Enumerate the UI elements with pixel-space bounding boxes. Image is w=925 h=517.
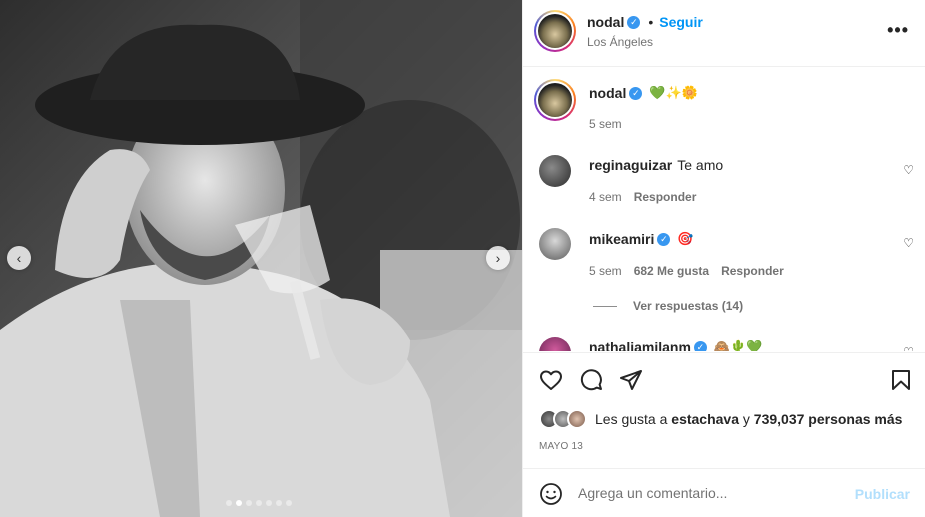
verified-icon: ✓ [693, 340, 707, 351]
commenter-avatar[interactable] [539, 155, 571, 187]
verified-icon: ✓ [629, 86, 643, 100]
post-actions: Les gusta a estachava y 739,037 personas… [523, 352, 925, 468]
more-icon[interactable]: ••• [887, 20, 909, 41]
likes-count[interactable]: 739,037 personas más [754, 411, 903, 427]
publish-button[interactable]: Publicar [855, 486, 910, 502]
post-media[interactable]: ‹ › [0, 0, 522, 517]
commenter-avatar[interactable] [539, 337, 571, 351]
reply-button[interactable]: Responder [634, 190, 697, 204]
replies-divider [593, 305, 617, 307]
post-panel: nodal ✓ • Seguir Los Ángeles ••• nodal ✓… [522, 0, 925, 517]
comment-username[interactable]: reginaguizar [589, 157, 672, 173]
follow-button[interactable]: Seguir [659, 14, 703, 30]
verified-icon: ✓ [657, 232, 671, 246]
comment-icon[interactable] [579, 368, 603, 392]
author-avatar[interactable] [534, 10, 576, 52]
comments-list[interactable]: nodal ✓ 💚✨🌼 5 sem reginaguizar Te amo 4 … [523, 67, 925, 351]
emoji-icon[interactable] [539, 482, 563, 506]
view-replies-label: Ver respuestas (14) [633, 299, 744, 313]
caption-username[interactable]: nodal [589, 85, 626, 101]
liker-avatar [567, 409, 587, 429]
caption-time[interactable]: 5 sem [589, 117, 622, 131]
comment-time[interactable]: 5 sem [589, 264, 622, 278]
likes-prefix: Les gusta a [595, 411, 668, 427]
comment-text: 🎯 [677, 231, 694, 247]
comment-like-heart-icon[interactable]: ♡ [903, 236, 914, 250]
comment-username[interactable]: nathaliamilanm [589, 339, 691, 351]
comment-username[interactable]: mikeamiri [589, 231, 654, 247]
carousel-dot [246, 500, 252, 506]
post-date[interactable]: MAYO 13 [539, 441, 583, 452]
caption-text: 💚✨🌼 [649, 85, 698, 101]
view-replies-button[interactable]: Ver respuestas (14) [593, 299, 743, 313]
chevron-right-icon: › [495, 250, 501, 266]
comment-input[interactable] [578, 483, 838, 503]
carousel-dot [256, 500, 262, 506]
heart-icon[interactable] [539, 368, 563, 392]
share-icon[interactable] [619, 368, 643, 392]
post-header: nodal ✓ • Seguir Los Ángeles ••• [523, 0, 925, 67]
add-comment-bar: Publicar [523, 468, 925, 517]
commenter-avatar[interactable] [539, 228, 571, 260]
likes-joiner: y [742, 411, 750, 427]
verified-icon: ✓ [627, 15, 641, 29]
carousel-prev-button[interactable]: ‹ [7, 246, 31, 270]
bookmark-icon[interactable] [889, 368, 913, 392]
carousel-dot [286, 500, 292, 506]
comment-text: Te amo [677, 157, 724, 173]
likes-summary[interactable]: Les gusta a estachava y 739,037 personas… [539, 409, 902, 429]
carousel-dot [276, 500, 282, 506]
carousel-indicator [226, 500, 292, 506]
carousel-dot [266, 500, 272, 506]
author-username[interactable]: nodal [587, 14, 624, 30]
comment-text: 🙈🌵💚 [713, 339, 763, 352]
separator-dot: • [648, 14, 654, 30]
comment-likes[interactable]: 682 Me gusta [634, 264, 709, 278]
comment-like-heart-icon[interactable]: ♡ [903, 345, 914, 351]
caption-author-avatar[interactable] [534, 79, 576, 121]
liker-username[interactable]: estachava [671, 411, 739, 427]
carousel-dot [226, 500, 232, 506]
chevron-left-icon: ‹ [16, 250, 22, 266]
likes-text: Les gusta a estachava y 739,037 personas… [595, 411, 902, 427]
comment-time[interactable]: 4 sem [589, 190, 622, 204]
carousel-next-button[interactable]: › [486, 246, 510, 270]
post-photo [0, 0, 522, 517]
comment-like-heart-icon[interactable]: ♡ [903, 163, 914, 177]
carousel-dot [236, 500, 242, 506]
reply-button[interactable]: Responder [721, 264, 784, 278]
post-location[interactable]: Los Ángeles [587, 35, 653, 49]
